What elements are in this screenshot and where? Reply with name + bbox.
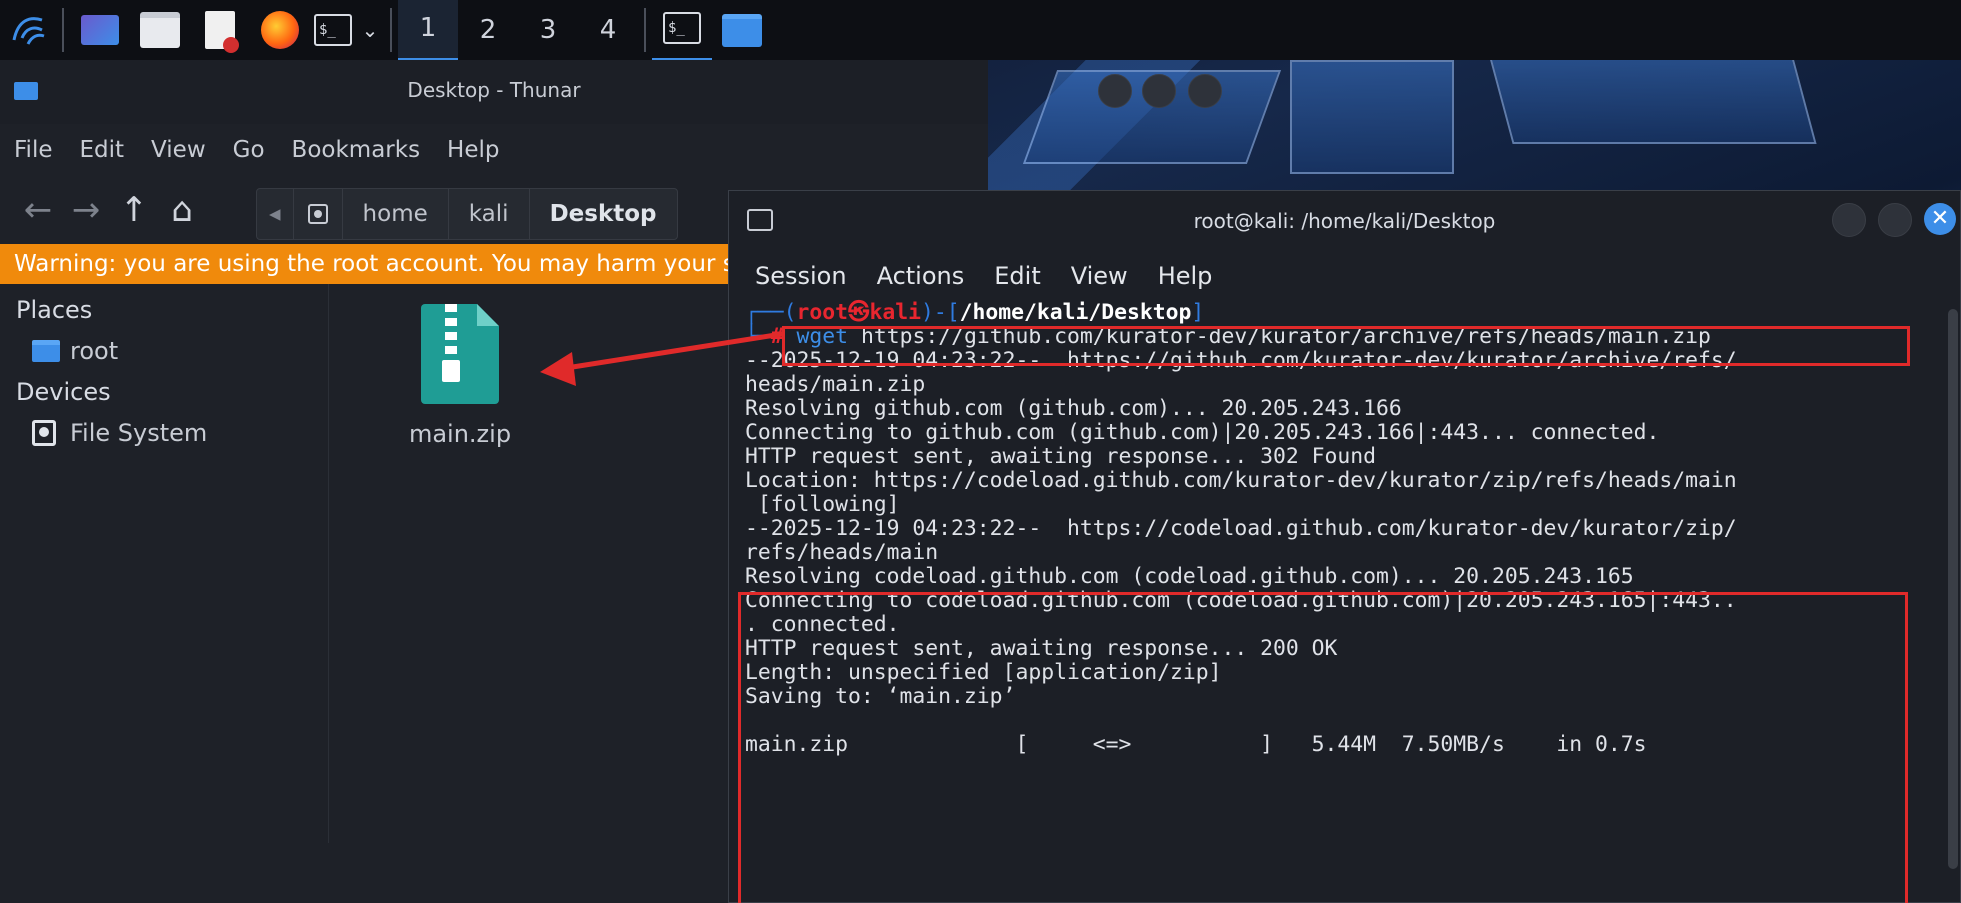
folder-icon <box>32 340 70 362</box>
output-line: refs/heads/main <box>745 540 939 565</box>
file-main-zip[interactable]: main.zip <box>400 304 520 448</box>
terminal-titlebar[interactable]: root@kali: /home/kali/Desktop ✕ <box>729 191 1960 251</box>
up-arrow-icon[interactable]: ↑ <box>110 190 158 230</box>
sidebar-item-file-system[interactable]: File System <box>0 412 328 454</box>
menu-go[interactable]: Go <box>233 137 265 163</box>
home-icon[interactable]: ⌂ <box>158 190 206 230</box>
menu-edit[interactable]: Edit <box>994 262 1040 290</box>
window-list-icon[interactable] <box>70 0 130 60</box>
output-line: heads/main.zip <box>745 372 926 397</box>
maximize-button[interactable] <box>1878 203 1912 237</box>
path-segment-desktop[interactable]: Desktop <box>530 189 677 239</box>
close-button[interactable] <box>1188 74 1222 108</box>
output-line: Connecting to github.com (github.com)|20… <box>745 420 1660 445</box>
output-line: HTTP request sent, awaiting response... … <box>745 444 1377 469</box>
terminal-active-icon[interactable]: $_ <box>652 0 712 62</box>
output-line: Resolving codeload.github.com (codeload.… <box>745 564 1634 589</box>
sidebar-item-label: root <box>70 337 119 365</box>
places-heading: Places <box>16 296 93 324</box>
thunar-menubar: File Edit View Go Bookmarks Help <box>0 124 988 176</box>
thunar-titlebar[interactable]: Desktop - Thunar <box>0 60 1222 124</box>
text-editor-icon[interactable] <box>190 0 250 60</box>
devices-heading: Devices <box>16 378 111 406</box>
drive-icon <box>32 420 70 446</box>
sidebar-item-label: File System <box>70 419 208 447</box>
output-highlight-box <box>738 592 1908 903</box>
prompt-user: root <box>796 300 849 325</box>
workspace-3-button[interactable]: 3 <box>518 0 578 60</box>
workspace-1-button[interactable]: 1 <box>398 0 458 62</box>
maximize-button[interactable] <box>1142 74 1176 108</box>
taskbar: $_ ⌄ 1 2 3 4 $_ <box>0 0 1961 62</box>
output-line: Location: https://codeload.github.com/ku… <box>745 468 1737 493</box>
taskbar-separator <box>390 8 392 52</box>
folder-icon[interactable] <box>712 0 772 60</box>
file-manager-icon[interactable] <box>130 0 190 60</box>
taskbar-separator <box>644 8 646 52</box>
file-label: main.zip <box>408 420 512 448</box>
path-segment-home[interactable]: home <box>343 189 449 239</box>
path-scroll-left-icon[interactable]: ◂ <box>257 189 294 239</box>
terminal-icon[interactable]: $_ <box>310 0 356 60</box>
taskbar-separator <box>62 8 64 52</box>
minimize-button[interactable] <box>1832 203 1866 237</box>
terminal-scrollbar[interactable] <box>1948 309 1958 869</box>
forward-arrow-icon[interactable]: → <box>62 190 110 230</box>
menu-help[interactable]: Help <box>1158 262 1213 290</box>
command-highlight-box <box>782 326 1910 366</box>
menu-view[interactable]: View <box>1071 262 1128 290</box>
menu-actions[interactable]: Actions <box>877 262 965 290</box>
menu-edit[interactable]: Edit <box>80 137 125 163</box>
output-line: [following] <box>745 492 900 517</box>
thunar-window-title: Desktop - Thunar <box>407 78 581 102</box>
close-icon[interactable]: ✕ <box>1924 203 1956 235</box>
minimize-button[interactable] <box>1098 74 1132 108</box>
firefox-icon[interactable] <box>250 0 310 60</box>
sidebar-item-root[interactable]: root <box>0 330 328 372</box>
wallpaper-shape <box>1487 50 1817 144</box>
path-root-drive-icon[interactable] <box>294 189 343 239</box>
prompt-host: kali <box>869 300 921 325</box>
path-bar: ◂ home kali Desktop <box>256 188 678 240</box>
terminal-menubar: Session Actions Edit View Help <box>729 251 1960 301</box>
kali-menu-icon[interactable] <box>0 0 56 60</box>
menu-view[interactable]: View <box>151 137 206 163</box>
back-arrow-icon[interactable]: ← <box>14 190 62 230</box>
workspace-2-button[interactable]: 2 <box>458 0 518 60</box>
menu-help[interactable]: Help <box>447 137 499 163</box>
menu-bookmarks[interactable]: Bookmarks <box>292 137 421 163</box>
path-segment-kali[interactable]: kali <box>449 189 530 239</box>
dropdown-chevron-icon[interactable]: ⌄ <box>356 0 384 60</box>
menu-session[interactable]: Session <box>755 262 847 290</box>
zip-archive-icon <box>421 304 499 404</box>
output-line: Resolving github.com (github.com)... 20.… <box>745 396 1402 421</box>
terminal-window-title: root@kali: /home/kali/Desktop <box>1193 209 1496 233</box>
output-line: --2025-12-19 04:23:22-- https://codeload… <box>745 516 1737 541</box>
wallpaper-shape <box>1290 60 1454 174</box>
thunar-sidebar: Places root Devices File System <box>0 284 329 843</box>
prompt-line: ┌──(root㉿kali)-[/home/kali/Desktop] <box>745 300 1205 325</box>
menu-file[interactable]: File <box>14 137 53 163</box>
workspace-4-button[interactable]: 4 <box>578 0 638 60</box>
prompt-path: /home/kali/Desktop <box>959 300 1192 325</box>
